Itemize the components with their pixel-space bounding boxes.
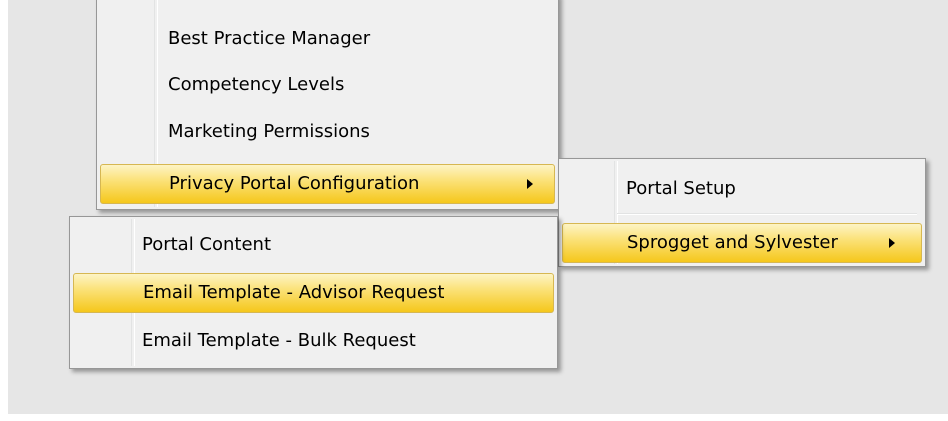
main-context-menu: Best Practice Manager Competency Levels … <box>96 0 559 210</box>
menu-item-label: Best Practice Manager <box>168 28 371 49</box>
menu-item-label: Portal Content <box>142 234 272 255</box>
menu-item-label: Sprogget and Sylvester <box>627 232 838 253</box>
menu-item-email-template-advisor-request[interactable]: Email Template - Advisor Request <box>73 273 554 313</box>
menu-item-email-template-bulk-request[interactable]: Email Template - Bulk Request <box>73 321 554 361</box>
menu-item-label: Portal Setup <box>626 178 736 199</box>
submenu-arrow-icon <box>889 238 895 248</box>
menu-item-competency-levels[interactable]: Competency Levels <box>100 65 555 105</box>
menu-item-label: Marketing Permissions <box>168 121 370 142</box>
menu-item-portal-setup[interactable]: Portal Setup <box>562 169 922 209</box>
sprogget-sylvester-submenu: Portal Content Email Template - Advisor … <box>69 216 558 369</box>
menu-item-best-practice-manager[interactable]: Best Practice Manager <box>100 19 555 59</box>
menu-item-label: Email Template - Bulk Request <box>142 330 416 351</box>
menu-item-privacy-portal-configuration[interactable]: Privacy Portal Configuration <box>100 164 555 204</box>
menu-item-label: Privacy Portal Configuration <box>169 173 420 194</box>
menu-item-label: Competency Levels <box>168 74 345 95</box>
menu-separator <box>617 213 917 215</box>
menu-item-label: Email Template - Advisor Request <box>143 282 445 303</box>
submenu-arrow-icon <box>527 179 533 189</box>
privacy-portal-submenu: Portal Setup Sprogget and Sylvester <box>558 158 926 267</box>
menu-item-portal-content[interactable]: Portal Content <box>73 225 554 265</box>
menu-item-marketing-permissions[interactable]: Marketing Permissions <box>100 112 555 152</box>
menu-item-sprogget-and-sylvester[interactable]: Sprogget and Sylvester <box>562 223 922 263</box>
